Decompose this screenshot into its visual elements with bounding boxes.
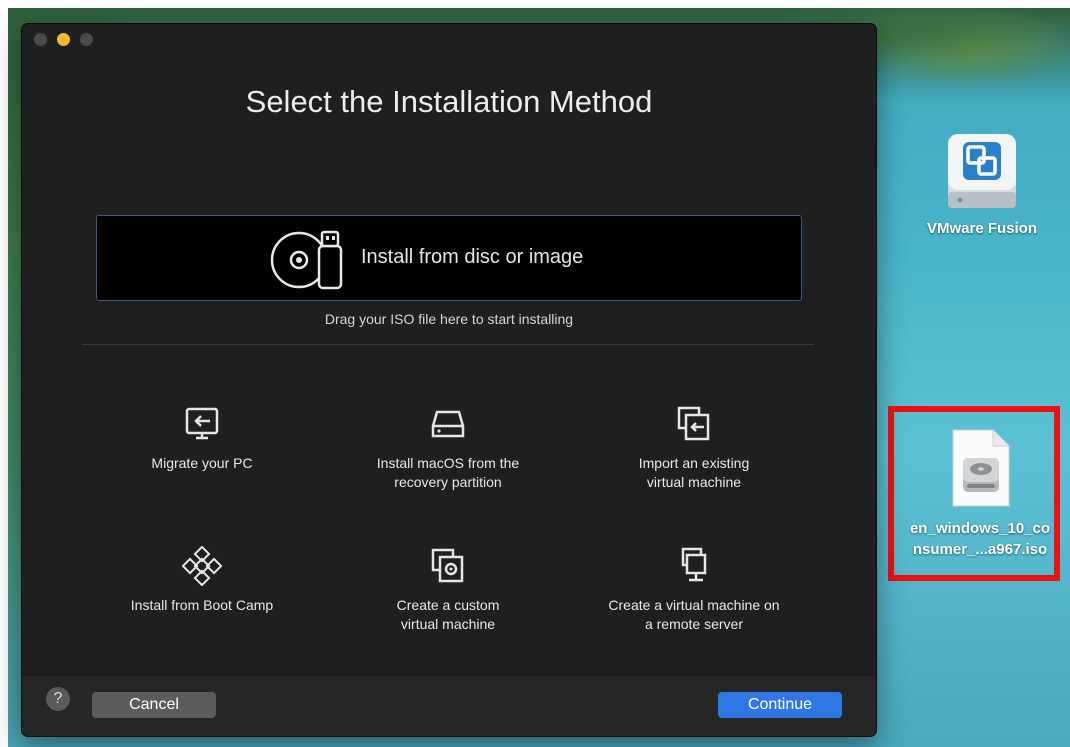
- option-label-line1: Install macOS from the: [376, 455, 520, 471]
- disc-and-usb-icon: [270, 230, 343, 290]
- continue-button[interactable]: Continue: [718, 692, 842, 718]
- boot-camp-icon: [182, 546, 222, 586]
- option-label-line1: Import an existing: [638, 455, 750, 471]
- iso-file-label-line2: nsumer_...a967.iso: [912, 541, 1048, 558]
- drive-icon: [431, 410, 465, 438]
- option-label-line2: virtual machine: [646, 474, 742, 490]
- window-footer: ? Cancel Continue: [22, 676, 876, 736]
- option-migrate-your-pc[interactable]: Migrate your PC: [82, 404, 322, 514]
- drag-iso-hint: Drag your ISO file here to start install…: [324, 311, 574, 327]
- option-label-line2: a remote server: [644, 616, 744, 632]
- vmware-fusion-icon: [948, 134, 1016, 208]
- option-label-line1: Install from Boot Camp: [130, 597, 274, 613]
- option-label-line1: Create a custom: [396, 597, 500, 613]
- option-label-line2: virtual machine: [400, 616, 496, 632]
- divider: [82, 344, 814, 345]
- maximize-window-button[interactable]: [80, 33, 93, 46]
- option-import-existing-vm[interactable]: Import an existing virtual machine: [574, 404, 814, 514]
- option-create-custom-vm[interactable]: Create a custom virtual machine: [328, 546, 568, 656]
- migrate-pc-icon: [185, 407, 219, 440]
- minimize-window-button[interactable]: [57, 33, 70, 46]
- vmware-fusion-desktop-icon[interactable]: VMware Fusion: [912, 128, 1052, 237]
- import-vm-icon: [677, 406, 710, 441]
- option-label: Migrate your PC: [82, 454, 322, 473]
- vmware-fusion-label: VMware Fusion: [926, 220, 1038, 237]
- disk-image-file-icon: [952, 429, 1010, 507]
- option-label-line2: recovery partition: [394, 474, 502, 490]
- page-title: Select the Installation Method: [245, 84, 653, 119]
- option-install-macos-recovery[interactable]: Install macOS from the recovery partitio…: [328, 404, 568, 514]
- option-create-vm-remote-server[interactable]: Create a virtual machine on a remote ser…: [574, 546, 814, 656]
- cancel-button[interactable]: Cancel: [92, 692, 216, 718]
- option-label-line1: Migrate your PC: [151, 455, 253, 471]
- iso-file-desktop-icon[interactable]: en_windows_10_co nsumer_...a967.iso: [900, 428, 1060, 560]
- remote-server-icon: [681, 547, 707, 582]
- option-label-line1: Create a virtual machine on: [608, 597, 780, 613]
- custom-vm-icon: [431, 548, 464, 583]
- installer-window: Select the Installation Method Install f…: [22, 24, 876, 736]
- install-from-disc-or-image-drop-zone[interactable]: Install from disc or image: [96, 215, 802, 301]
- help-button[interactable]: ?: [46, 687, 70, 711]
- install-from-disc-label: Install from disc or image: [361, 246, 584, 268]
- option-install-from-boot-camp[interactable]: Install from Boot Camp: [82, 546, 322, 656]
- close-window-button[interactable]: [34, 33, 47, 46]
- iso-file-label-line1: en_windows_10_co: [909, 520, 1051, 537]
- iso-file-label: en_windows_10_co nsumer_...a967.iso: [900, 518, 1060, 560]
